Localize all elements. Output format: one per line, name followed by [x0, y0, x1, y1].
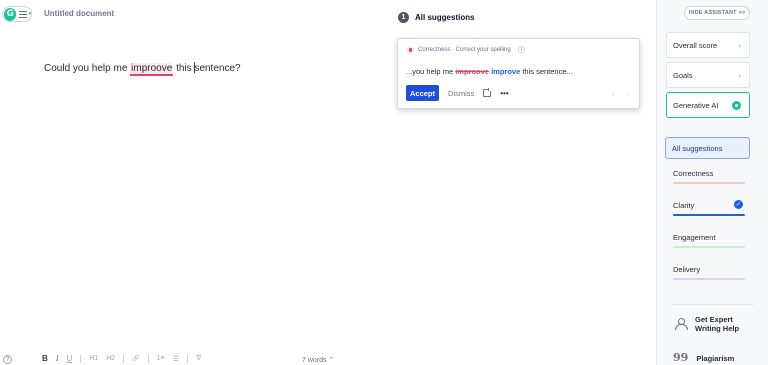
clear-format-icon[interactable]: T̸	[196, 355, 200, 362]
plagiarism-button[interactable]: 99 Plagiarism	[673, 351, 735, 364]
category-correctness[interactable]: Correctness	[673, 169, 745, 184]
category-label: Delivery	[673, 265, 701, 274]
replacement-word[interactable]: improve	[491, 67, 520, 76]
quote-icon: 99	[673, 351, 689, 364]
text-segment: sentence?	[194, 63, 241, 74]
bold-button[interactable]: B	[42, 354, 48, 363]
suggestion-card[interactable]: Correctness · Correct your spelling ⓘ ..…	[397, 38, 640, 109]
category-engagement[interactable]: Engagement	[673, 233, 745, 248]
person-icon	[675, 318, 688, 330]
category-delivery[interactable]: Delivery	[673, 265, 745, 280]
suggestions-header: 1 All suggestions	[398, 12, 475, 23]
correctness-icon	[406, 46, 414, 54]
suggestion-preview: ...you help me improove improve this sen…	[406, 67, 573, 76]
italic-button[interactable]: I	[56, 354, 59, 363]
plagiarism-label: Plagiarism	[696, 353, 735, 363]
suggestion-actions: Accept Dismiss •••	[406, 85, 509, 101]
goals-label: Goals	[673, 70, 693, 80]
expert-help-label: Get Expert Writing Help	[695, 315, 740, 333]
ordered-list-icon[interactable]: 1≡	[157, 355, 165, 362]
generative-ai-icon	[732, 100, 741, 110]
info-icon[interactable]: ⓘ	[518, 47, 525, 54]
next-suggestion-icon[interactable]: ›	[626, 89, 629, 98]
more-options-icon[interactable]: •••	[500, 89, 508, 98]
spelling-error-word[interactable]: improove	[130, 63, 174, 76]
suggestion-category-label: Correctness · Correct your spelling	[418, 47, 511, 53]
category-bar	[673, 182, 745, 184]
toolbar-divider	[80, 354, 82, 363]
overall-score-card[interactable]: Overall score ›	[666, 32, 750, 58]
category-label: Correctness	[673, 169, 714, 178]
category-label: Clarity	[673, 201, 695, 210]
text-segment: this	[173, 63, 195, 74]
category-bar	[673, 246, 745, 248]
chevron-down-icon: ▾	[28, 11, 31, 17]
context-suffix: this sentence...	[520, 67, 573, 76]
format-toolbar: B I U H1 H2 🔗 1≡ ☰ T̸	[42, 354, 200, 363]
text-segment: Could you help me	[44, 63, 131, 74]
category-bar	[673, 214, 745, 216]
goals-card[interactable]: Goals ›	[666, 62, 750, 88]
chevron-right-icon: ›	[738, 70, 741, 80]
suggestion-count-badge: 1	[398, 12, 409, 23]
category-label: Engagement	[673, 233, 716, 242]
previous-suggestion-icon[interactable]: ‹	[612, 89, 615, 98]
link-icon[interactable]: 🔗	[132, 355, 139, 362]
dismiss-button[interactable]: Dismiss	[448, 89, 474, 98]
document-title[interactable]: Untitled document	[44, 9, 114, 18]
bullet-list-icon[interactable]: ☰	[173, 355, 179, 363]
heading1-button[interactable]: H1	[89, 355, 98, 362]
suggestion-nav: ‹ ›	[612, 89, 629, 98]
suggestions-title: All suggestions	[415, 13, 475, 22]
hide-assistant-button[interactable]: HIDE ASSISTANT >>	[684, 6, 750, 20]
sidebar-divider	[673, 304, 753, 305]
category-clarity[interactable]: Clarity ✓	[673, 200, 745, 216]
checkmark-icon: ✓	[734, 200, 743, 209]
hamburger-menu-icon	[19, 10, 28, 18]
overall-score-label: Overall score	[673, 40, 718, 50]
toolbar-divider	[123, 354, 125, 363]
accept-button[interactable]: Accept	[406, 85, 439, 101]
wrong-word: improove	[455, 67, 489, 76]
expert-help-button[interactable]: Get Expert Writing Help	[675, 315, 741, 333]
assistant-sidebar: HIDE ASSISTANT >> Overall score › Goals …	[656, 0, 768, 365]
generative-ai-card[interactable]: Generative AI	[666, 92, 750, 118]
feedback-icon[interactable]	[483, 88, 493, 97]
editor-text[interactable]: Could you help me improove this sentence…	[44, 62, 241, 76]
all-suggestions-tab[interactable]: All suggestions	[665, 137, 750, 159]
help-icon[interactable]: ?	[3, 355, 12, 364]
category-bar	[673, 278, 745, 280]
toolbar-divider	[186, 354, 188, 363]
toolbar-divider	[147, 354, 149, 363]
context-prefix: ...you help me	[406, 67, 456, 76]
word-count[interactable]: 7 words ⌃	[302, 356, 334, 364]
heading2-button[interactable]: H2	[106, 355, 115, 362]
grammarly-logo-icon: G	[4, 7, 17, 21]
chevron-right-icon: ›	[738, 40, 741, 50]
suggestion-category: Correctness · Correct your spelling ⓘ	[406, 46, 525, 54]
underline-button[interactable]: U	[66, 354, 72, 363]
generative-ai-label: Generative AI	[673, 100, 719, 110]
app-menu-button[interactable]: G ▾	[2, 6, 32, 22]
